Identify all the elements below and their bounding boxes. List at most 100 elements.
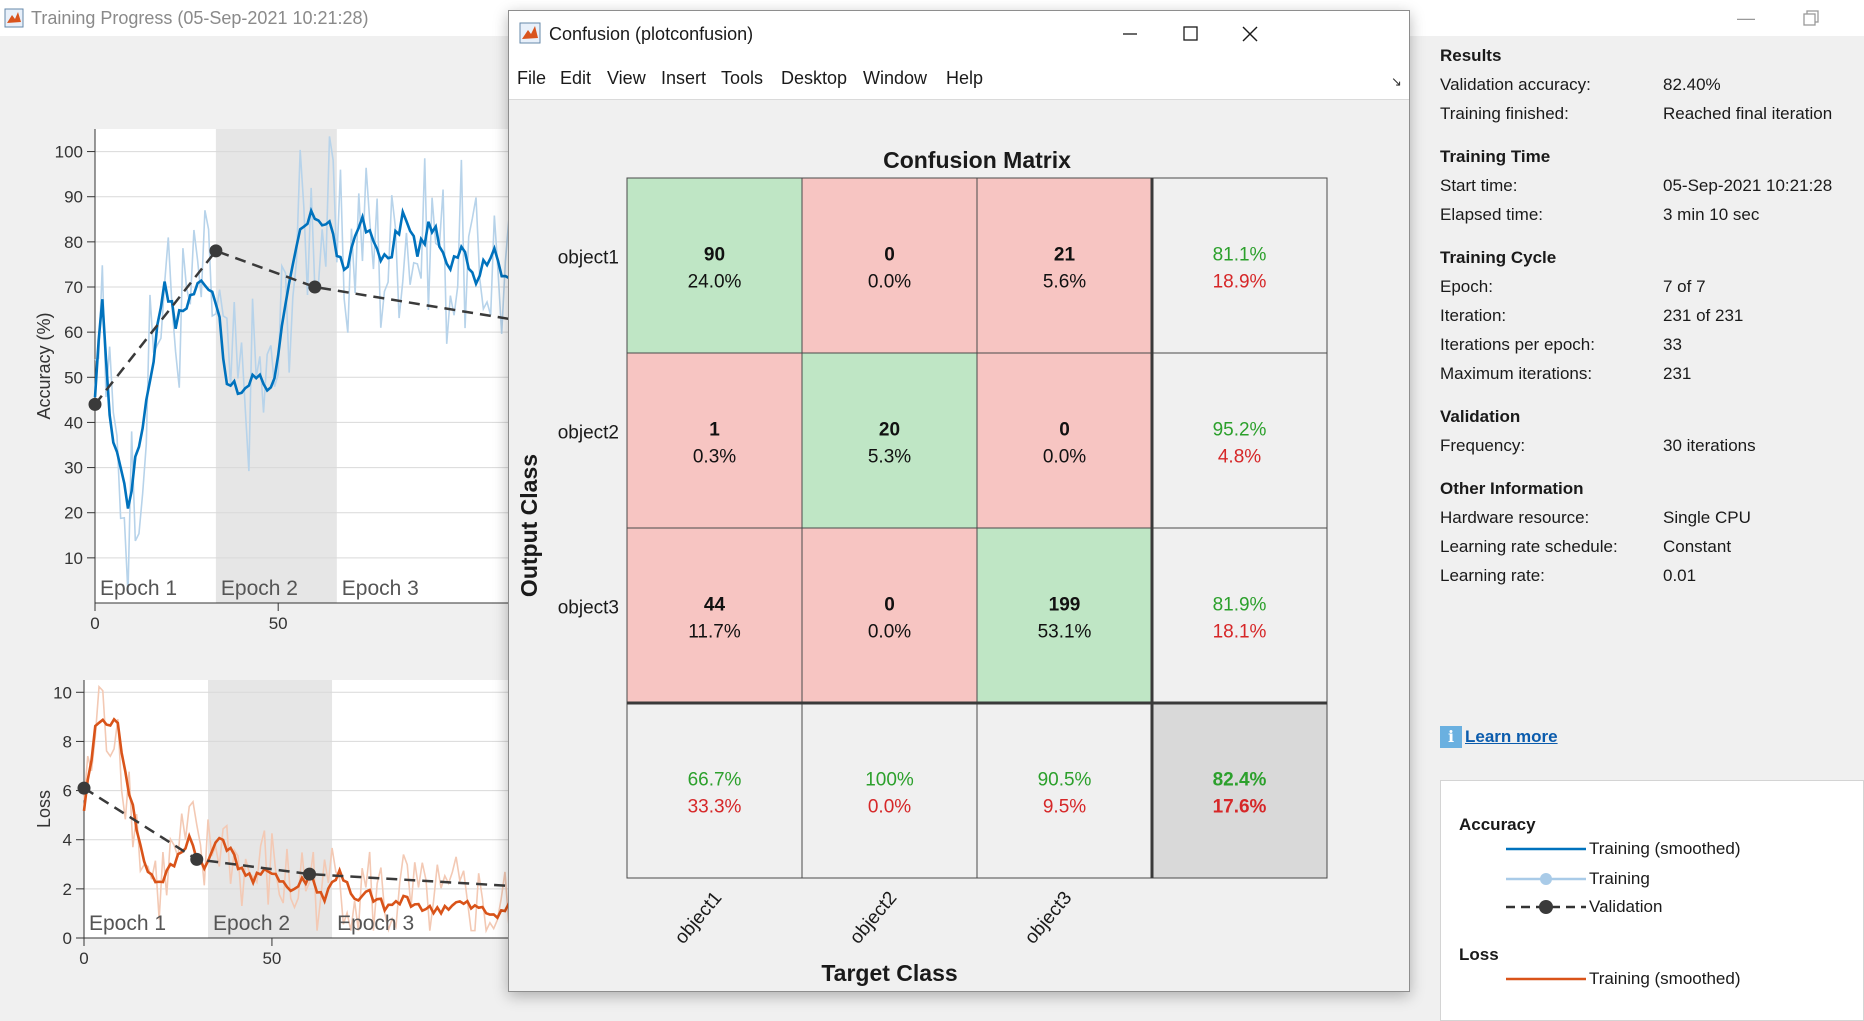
results-value-2-1: 231 of 231	[1663, 306, 1744, 325]
loss-ytick-label: 6	[63, 782, 72, 801]
cm-xlabel: Target Class	[821, 960, 957, 986]
results-heading-1: Training Time	[1440, 147, 1551, 166]
cm-percent-0-1: 0.0%	[868, 272, 911, 293]
loss-ytick-label: 4	[63, 831, 72, 850]
results-value-2-2: 33	[1663, 335, 1682, 354]
results-label-2-3: Maximum iterations:	[1440, 364, 1593, 383]
menu-tools[interactable]: Tools	[721, 68, 763, 89]
accuracy-epoch-label-0: Epoch 1	[100, 577, 177, 600]
loss-training-smoothed-swatch	[1506, 977, 1586, 981]
cm-cell-0-3	[1151, 177, 1328, 354]
accuracy-epoch-label-1: Epoch 2	[221, 577, 298, 600]
cm-count-1-2: 0	[1059, 420, 1070, 441]
figure-titlebar[interactable]: Confusion (plotconfusion)	[509, 11, 1409, 56]
confusion-figure-window: Confusion (plotconfusion) File Edit View…	[508, 10, 1410, 992]
loss-ytick-label: 8	[63, 732, 72, 751]
minimize-icon[interactable]: —	[1734, 6, 1758, 30]
accuracy-ytick-label: 60	[64, 323, 83, 342]
confusion-matrix-chart: Confusion Matrix 90 24.0% 0 0.0% 21 5.6% 81.1% 1…	[516, 147, 1328, 986]
cm-cell-3-0	[626, 702, 803, 879]
loss-ytick-label: 0	[63, 929, 72, 948]
cm-cell-0-0	[626, 177, 803, 354]
cm-count-0-0: 90	[704, 245, 725, 266]
menu-window[interactable]: Window	[863, 68, 927, 89]
cm-summary-bad-3-2: 9.5%	[1043, 797, 1086, 818]
loss-ytick-label: 2	[63, 880, 72, 899]
legend-loss-training-smoothed: Training (smoothed)	[1589, 969, 1741, 988]
cm-count-2-1: 0	[884, 595, 895, 616]
cm-count-1-0: 1	[709, 420, 720, 441]
cm-count-2-2: 199	[1049, 595, 1081, 616]
loss-epoch-label-0: Epoch 1	[89, 912, 166, 935]
results-value-0-1: Reached final iteration	[1663, 104, 1833, 123]
cm-percent-0-2: 5.6%	[1043, 272, 1086, 293]
results-value-0-0: 82.40%	[1663, 75, 1721, 94]
accuracy-ytick-label: 10	[64, 549, 83, 568]
accuracy-xtick-label: 50	[269, 614, 288, 633]
cm-summary-good-3-2: 90.5%	[1038, 770, 1092, 791]
training-smoothed-swatch	[1506, 847, 1586, 851]
accuracy-ytick-label: 40	[64, 413, 83, 432]
legend-validation: Validation	[1589, 897, 1663, 916]
cm-ylabel: Output Class	[516, 454, 542, 597]
restore-icon[interactable]	[1800, 6, 1824, 30]
cm-cell-3-1	[801, 702, 978, 879]
learn-more-row[interactable]: i Learn more	[1440, 725, 1558, 749]
legend-loss-heading: Loss	[1459, 945, 1499, 964]
accuracy-ytick-label: 70	[64, 278, 83, 297]
menu-file[interactable]: File	[517, 68, 546, 89]
dock-arrow-icon[interactable]: ↘	[1391, 74, 1402, 90]
menu-view[interactable]: View	[607, 68, 646, 89]
accuracy-validation-point-2	[308, 280, 322, 294]
cm-summary-bad-2-3: 18.1%	[1213, 622, 1267, 643]
menu-help[interactable]: Help	[946, 68, 983, 89]
results-value-4-1: Constant	[1663, 537, 1732, 556]
loss-validation-point-0	[77, 781, 91, 795]
info-icon: i	[1440, 726, 1462, 748]
cm-cell-1-1	[801, 352, 978, 529]
cm-cell-2-3	[1151, 527, 1328, 704]
cm-summary-bad-3-0: 33.3%	[688, 797, 742, 818]
cm-percent-1-1: 5.3%	[868, 447, 911, 468]
results-label-1-1: Elapsed time:	[1440, 205, 1543, 224]
results-label-0-0: Validation accuracy:	[1440, 75, 1591, 94]
learn-more-link[interactable]: Learn more	[1465, 727, 1558, 747]
results-label-4-0: Hardware resource:	[1440, 508, 1590, 527]
cm-summary-good-3-0: 66.7%	[688, 770, 742, 791]
cm-summary-bad-0-3: 18.9%	[1213, 272, 1267, 293]
cm-cell-3-2	[976, 702, 1153, 879]
maximize-icon[interactable]	[1176, 20, 1204, 48]
results-label-4-2: Learning rate:	[1440, 566, 1545, 585]
legend-accuracy-heading: Accuracy	[1459, 815, 1536, 834]
training-swatch	[1506, 873, 1586, 885]
menu-insert[interactable]: Insert	[661, 68, 706, 89]
legend-training: Training	[1589, 869, 1650, 888]
close-icon[interactable]	[1236, 20, 1264, 48]
results-panel: Results Validation accuracy: 82.40% Trainin…	[1425, 40, 1864, 1021]
cm-summary-bad-3-1: 0.0%	[868, 797, 911, 818]
results-value-3-0: 30 iterations	[1663, 436, 1756, 455]
minimize-icon[interactable]	[1116, 20, 1144, 48]
cm-summary-good-2-3: 81.9%	[1213, 595, 1267, 616]
loss-ytick-label: 10	[53, 683, 72, 702]
accuracy-ytick-label: 80	[64, 233, 83, 252]
menu-edit[interactable]: Edit	[560, 68, 591, 89]
cm-count-2-0: 44	[704, 595, 726, 616]
results-value-1-1: 3 min 10 sec	[1663, 205, 1760, 224]
results-value-4-2: 0.01	[1663, 566, 1697, 585]
results-value-1-0: 05-Sep-2021 10:21:28	[1663, 176, 1833, 195]
cm-summary-good-3-3: 82.4%	[1213, 770, 1267, 791]
menu-desktop[interactable]: Desktop	[781, 68, 847, 89]
loss-epoch-label-1: Epoch 2	[213, 912, 290, 935]
results-value-2-3: 231	[1663, 364, 1692, 383]
accuracy-validation-point-1	[209, 244, 223, 258]
cm-summary-bad-3-3: 17.6%	[1213, 797, 1267, 818]
loss-xtick-label: 50	[262, 949, 281, 968]
accuracy-ylabel: Accuracy (%)	[34, 312, 54, 419]
loss-epoch-shade	[208, 680, 333, 938]
cm-count-1-1: 20	[879, 420, 900, 441]
cm-summary-good-1-3: 95.2%	[1213, 420, 1267, 441]
results-heading-0: Results	[1440, 46, 1502, 65]
legend-panel: Accuracy Training (smoothed) Training Va…	[1440, 780, 1864, 1021]
results-heading-4: Other Information	[1440, 479, 1584, 498]
